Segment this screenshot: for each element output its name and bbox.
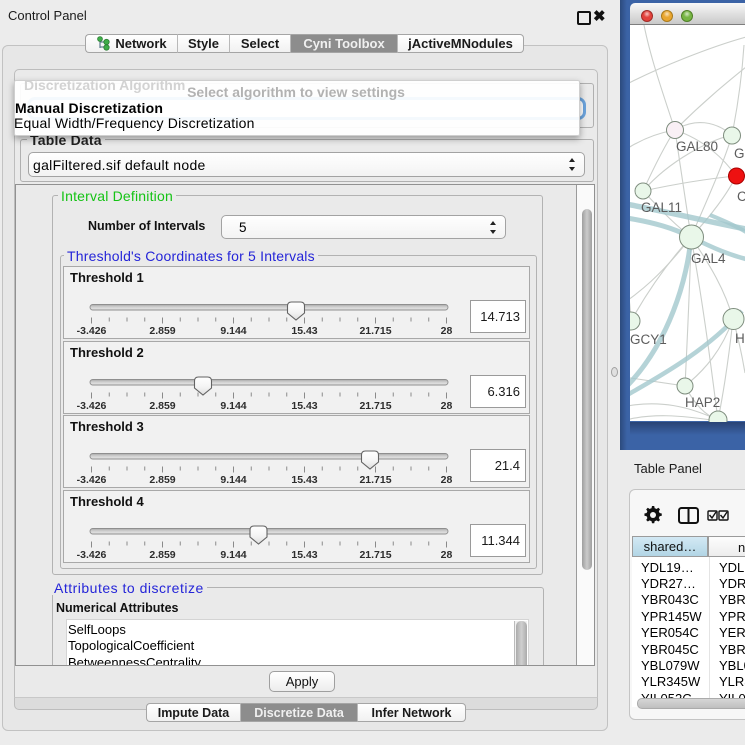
svg-text:HAP2: HAP2 — [685, 395, 720, 410]
svg-text:2.859: 2.859 — [149, 474, 175, 486]
svg-text:2.859: 2.859 — [149, 325, 175, 337]
svg-text:2.859: 2.859 — [149, 549, 175, 561]
svg-text:G.: G. — [734, 146, 745, 161]
svg-text:21.715: 21.715 — [359, 325, 391, 337]
svg-text:9.144: 9.144 — [220, 400, 246, 412]
svg-text:GAL80: GAL80 — [676, 139, 718, 154]
svg-text:15.43: 15.43 — [291, 325, 317, 337]
svg-text:C: C — [737, 189, 745, 204]
svg-text:-3.426: -3.426 — [77, 400, 107, 412]
svg-text:-3.426: -3.426 — [77, 325, 107, 337]
svg-text:28: 28 — [441, 549, 453, 561]
svg-text:28: 28 — [441, 400, 453, 412]
svg-text:28: 28 — [441, 474, 453, 486]
svg-text:15.43: 15.43 — [291, 400, 317, 412]
svg-text:21.715: 21.715 — [359, 400, 391, 412]
svg-text:GAL4: GAL4 — [691, 251, 726, 266]
svg-text:GCY1: GCY1 — [630, 332, 667, 347]
svg-text:21.715: 21.715 — [359, 474, 391, 486]
svg-text:9.144: 9.144 — [220, 549, 246, 561]
svg-text:-3.426: -3.426 — [77, 474, 107, 486]
svg-text:21.715: 21.715 — [359, 549, 391, 561]
svg-text:2.859: 2.859 — [149, 400, 175, 412]
svg-text:-3.426: -3.426 — [77, 549, 107, 561]
svg-text:H: H — [735, 331, 745, 346]
svg-text:15.43: 15.43 — [291, 549, 317, 561]
svg-text:15.43: 15.43 — [291, 474, 317, 486]
svg-text:28: 28 — [441, 325, 453, 337]
svg-text:GAL11: GAL11 — [641, 200, 682, 215]
svg-text:9.144: 9.144 — [220, 474, 246, 486]
svg-text:9.144: 9.144 — [220, 325, 246, 337]
